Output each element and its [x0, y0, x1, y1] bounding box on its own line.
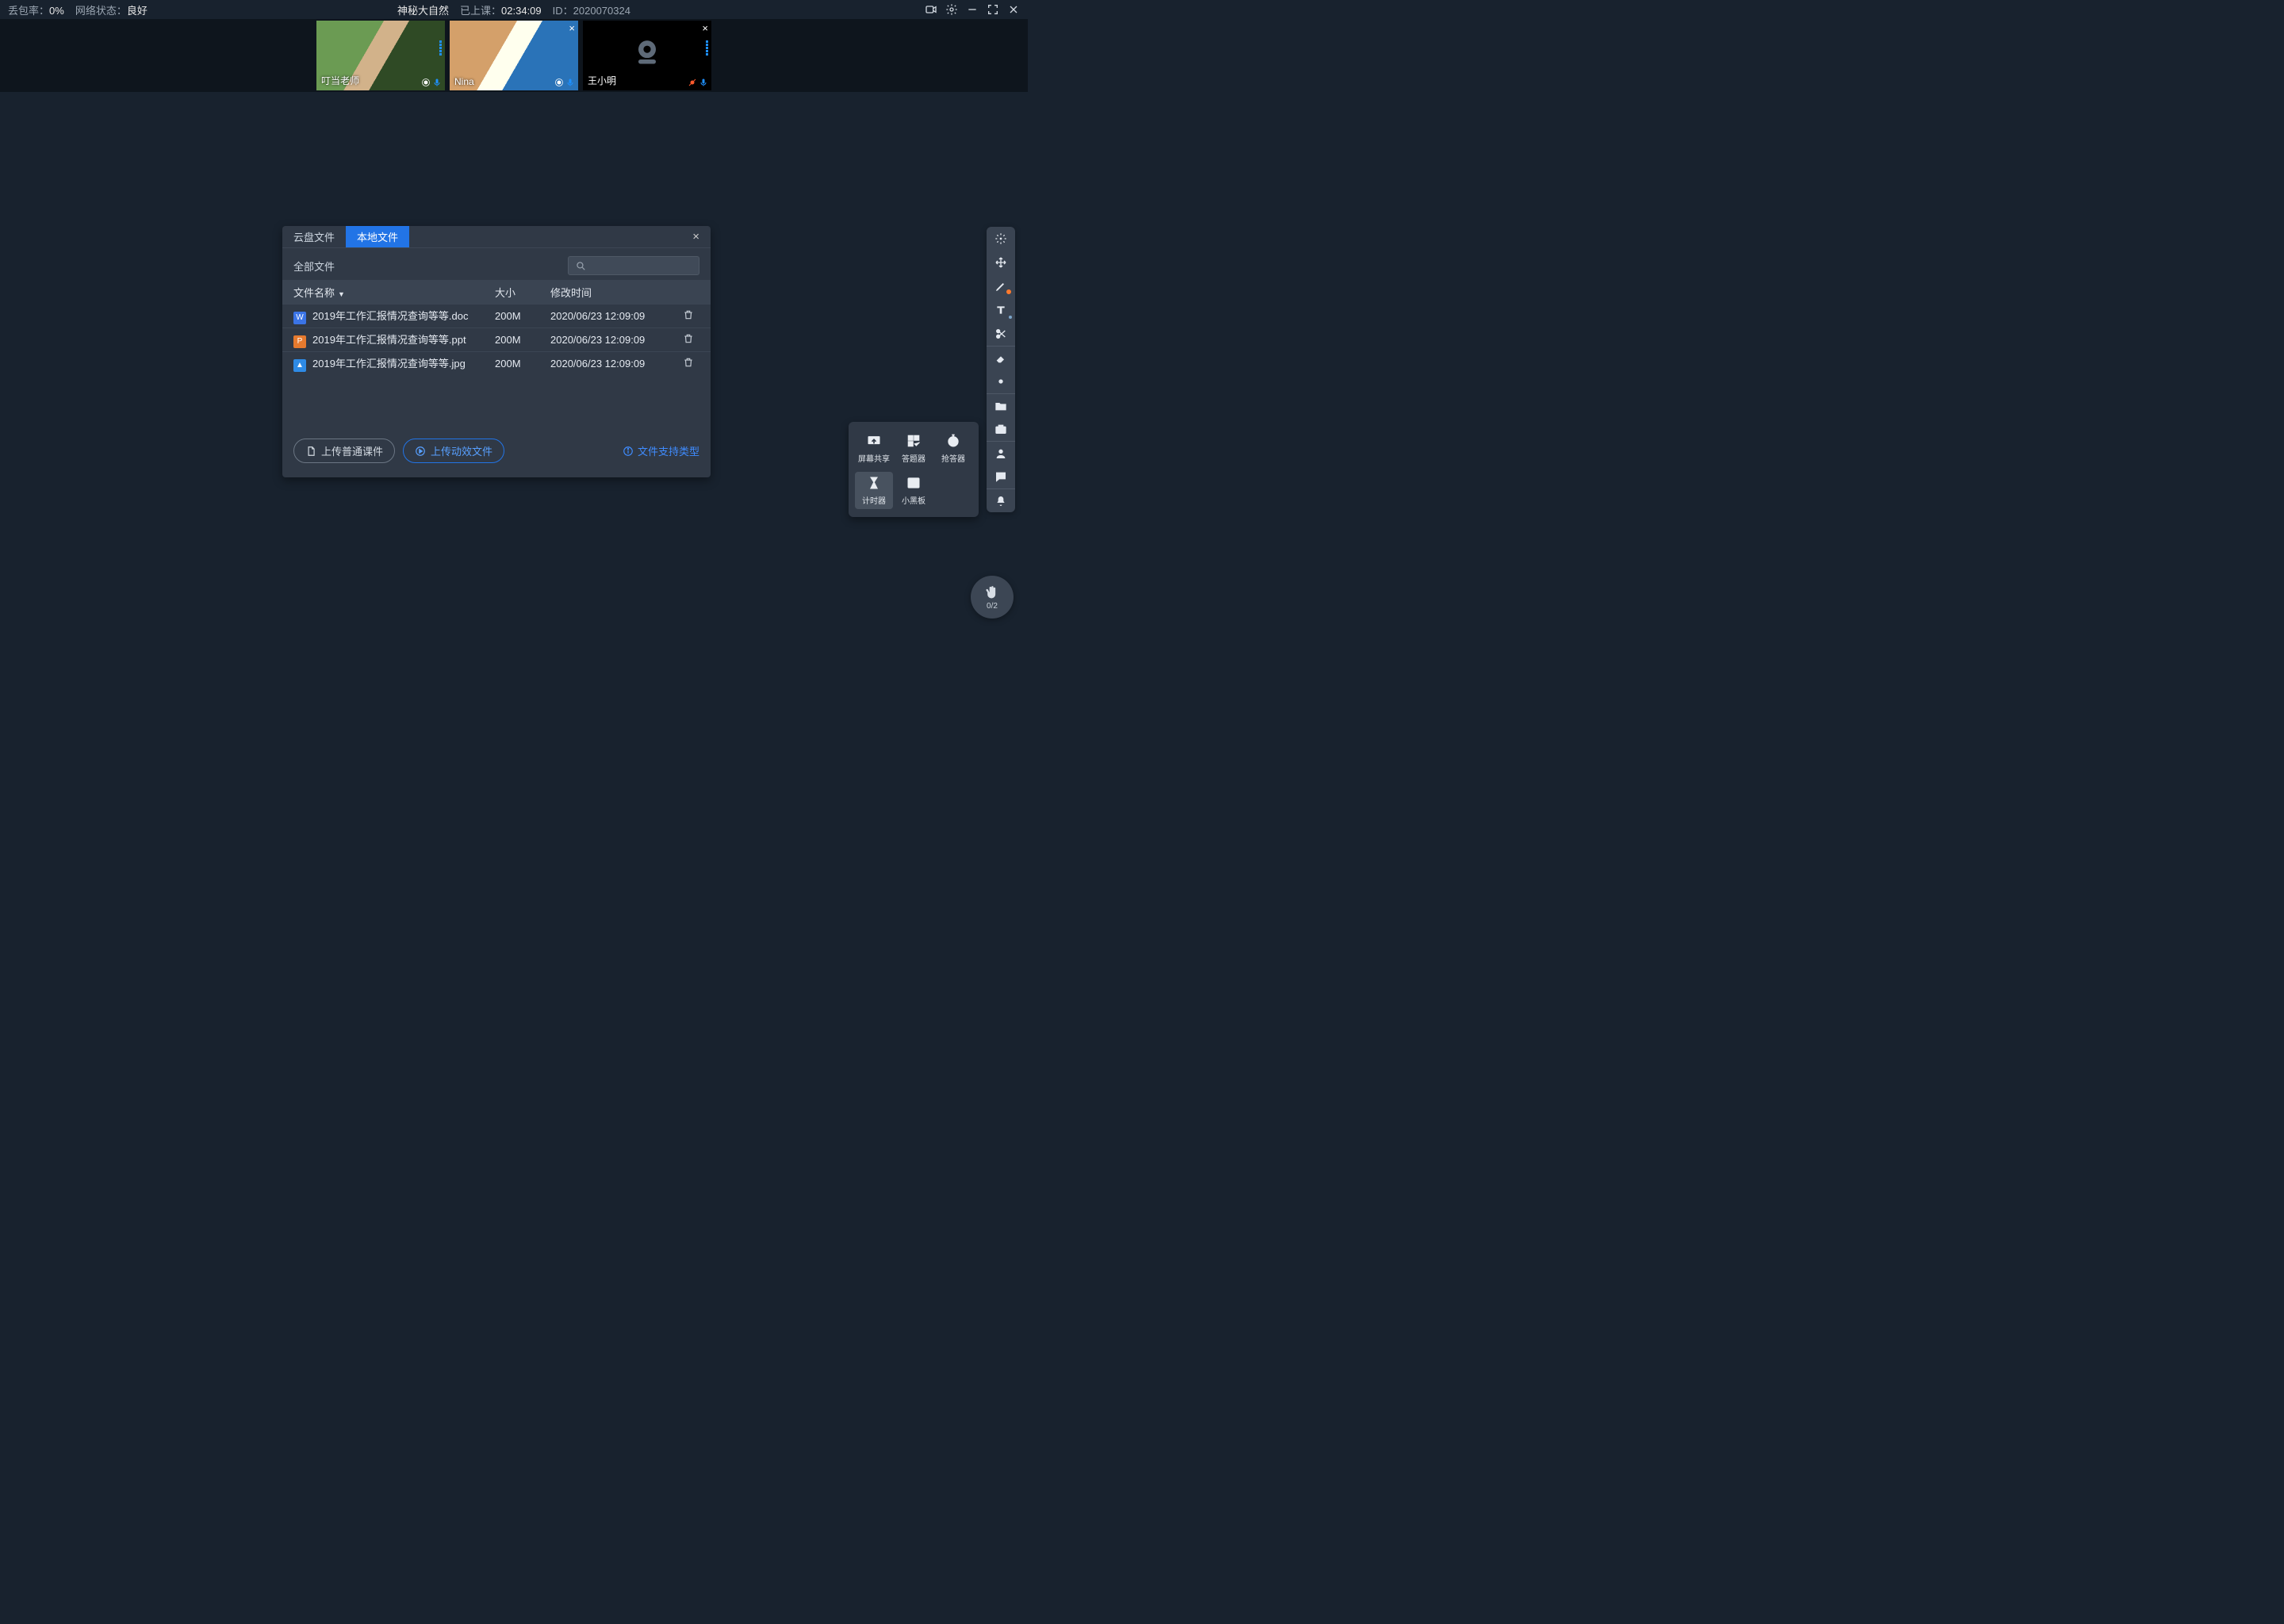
file-search-input[interactable]: [568, 256, 699, 275]
col-header-date[interactable]: 修改时间: [550, 285, 677, 300]
col-header-size[interactable]: 大小: [495, 285, 550, 300]
chat-tool[interactable]: [987, 465, 1015, 488]
file-size: 200M: [495, 334, 550, 346]
camera-tile[interactable]: × Nina: [450, 21, 578, 90]
close-icon[interactable]: [1007, 3, 1020, 16]
pen-tool[interactable]: [987, 274, 1015, 298]
tool-timer[interactable]: 计时器: [855, 472, 893, 509]
file-row[interactable]: P 2019年工作汇报情况查询等等.ppt 200M 2020/06/23 12:…: [282, 327, 711, 351]
file-date: 2020/06/23 12:09:09: [550, 334, 677, 346]
text-tool[interactable]: [987, 298, 1015, 322]
eraser-tool[interactable]: [987, 346, 1015, 370]
tab-local-files[interactable]: 本地文件: [346, 226, 409, 247]
fullscreen-icon[interactable]: [987, 3, 999, 16]
hand-count: 0/2: [987, 602, 998, 611]
file-name: 2019年工作汇报情况查询等等.jpg: [312, 358, 466, 370]
camera-tile[interactable]: 叮当老师: [316, 21, 445, 90]
bell-tool[interactable]: [987, 488, 1015, 512]
col-header-name[interactable]: 文件名称▼: [293, 285, 495, 300]
folder-tool[interactable]: [987, 393, 1015, 417]
scissors-tool[interactable]: [987, 322, 1015, 346]
file-row[interactable]: W 2019年工作汇报情况查询等等.doc 200M 2020/06/23 12:…: [282, 304, 711, 327]
tool-responder[interactable]: 抢答器: [934, 430, 972, 467]
laser-tool[interactable]: [987, 227, 1015, 251]
sort-caret-icon: ▼: [338, 290, 345, 298]
camera-close-icon[interactable]: ×: [702, 22, 708, 34]
tab-cloud-files[interactable]: 云盘文件: [282, 226, 346, 247]
file-picker-dialog: 云盘文件 本地文件 × 全部文件 文件名称▼ 大小 修改时间 W 2019年工作汇…: [282, 226, 711, 477]
file-type-help-link[interactable]: 文件支持类型: [623, 443, 699, 458]
file-table-header: 文件名称▼ 大小 修改时间: [282, 280, 711, 304]
ppt-file-icon: P: [293, 335, 306, 348]
whiteboard-toolbar: [987, 227, 1015, 512]
move-tool[interactable]: [987, 251, 1015, 274]
upload-normal-button[interactable]: 上传普通课件: [293, 439, 395, 463]
participant-name: 王小明: [588, 74, 616, 87]
hand-icon: [984, 584, 1000, 600]
settings-icon[interactable]: [945, 3, 958, 16]
tool-screen-share[interactable]: 屏幕共享: [855, 430, 893, 467]
participant-cameras: 叮当老师 × Nina × 王小明: [0, 19, 1028, 92]
file-row[interactable]: ▲ 2019年工作汇报情况查询等等.jpg 200M 2020/06/23 12:…: [282, 351, 711, 375]
teaching-tools-popup: 屏幕共享 答题器 抢答器 计时器 2+3 小黑板: [849, 422, 979, 517]
network-status: 网络状态：良好: [75, 2, 148, 17]
toolbox-tool[interactable]: [987, 417, 1015, 441]
doc-file-icon: W: [293, 312, 306, 324]
img-file-icon: ▲: [293, 359, 306, 372]
dialog-close-icon[interactable]: ×: [681, 230, 711, 243]
file-name: 2019年工作汇报情况查询等等.doc: [312, 310, 469, 322]
participant-name: Nina: [454, 76, 474, 87]
record-icon[interactable]: [925, 3, 937, 16]
file-delete-icon[interactable]: [677, 357, 699, 370]
course-title: 神秘大自然: [397, 2, 449, 17]
upload-animation-button[interactable]: 上传动效文件: [403, 439, 504, 463]
camera-close-icon[interactable]: ×: [569, 22, 575, 34]
hand-raise-button[interactable]: 0/2: [971, 576, 1014, 619]
camera-off-icon: [630, 33, 665, 68]
play-circle-icon: [415, 446, 426, 457]
tool-mini-board[interactable]: 2+3 小黑板: [895, 472, 933, 509]
document-icon: [305, 446, 316, 457]
file-date: 2020/06/23 12:09:09: [550, 310, 677, 322]
search-icon: [575, 260, 586, 271]
file-size: 200M: [495, 358, 550, 370]
tool-answer[interactable]: 答题器: [895, 430, 933, 467]
file-date: 2020/06/23 12:09:09: [550, 358, 677, 370]
user-tool[interactable]: [987, 441, 1015, 465]
class-duration: 已上课：02:34:09: [460, 2, 542, 17]
file-size: 200M: [495, 310, 550, 322]
file-delete-icon[interactable]: [677, 333, 699, 347]
file-scope-label: 全部文件: [293, 259, 558, 274]
packet-loss: 丢包率：0%: [8, 2, 64, 17]
top-status-bar: 丢包率：0% 网络状态：良好 神秘大自然 已上课：02:34:09 ID：202…: [0, 0, 1028, 19]
file-delete-icon[interactable]: [677, 309, 699, 323]
class-id: ID：2020070324: [553, 2, 630, 17]
color-tool[interactable]: [987, 370, 1015, 393]
info-icon: [623, 446, 634, 457]
minimize-icon[interactable]: [966, 3, 979, 16]
file-name: 2019年工作汇报情况查询等等.ppt: [312, 334, 466, 346]
participant-name: 叮当老师: [321, 74, 359, 87]
camera-tile[interactable]: × 王小明: [583, 21, 711, 90]
svg-text:2+3: 2+3: [909, 481, 918, 487]
